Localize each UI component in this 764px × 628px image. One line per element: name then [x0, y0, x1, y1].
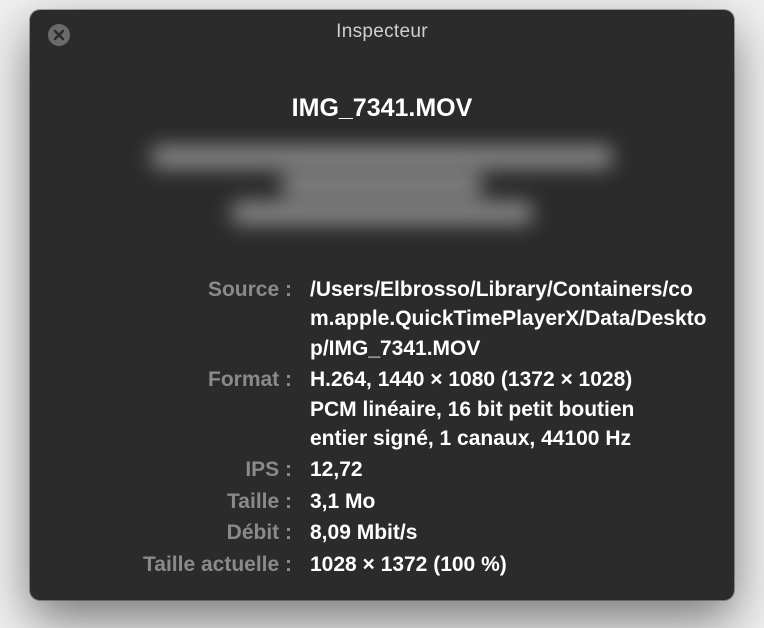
row-source: Source : /Users/Elbrosso/Library/Contain…	[80, 275, 684, 363]
close-icon	[53, 29, 65, 41]
value-format: H.264, 1440 × 1080 (1372 × 1028) PCM lin…	[310, 365, 684, 453]
row-bitrate: Débit : 8,09 Mbit/s	[80, 518, 684, 547]
row-format: Format : H.264, 1440 × 1080 (1372 × 1028…	[80, 365, 684, 453]
titlebar: Inspecteur	[30, 10, 734, 54]
window-title: Inspecteur	[30, 21, 734, 43]
close-button[interactable]	[48, 24, 70, 46]
content-area: IMG_7341.MOV Source : /Users/Elbrosso/Li…	[30, 54, 734, 600]
file-name: IMG_7341.MOV	[80, 94, 684, 123]
label-size: Taille :	[80, 487, 310, 516]
label-current-size: Taille actuelle :	[80, 550, 310, 579]
row-size: Taille : 3,1 Mo	[80, 487, 684, 516]
value-current-size: 1028 × 1372 (100 %)	[310, 550, 507, 579]
row-fps: IPS : 12,72	[80, 455, 684, 484]
label-fps: IPS :	[80, 455, 310, 484]
label-source: Source :	[80, 275, 310, 304]
row-current-size: Taille actuelle : 1028 × 1372 (100 %)	[80, 550, 684, 579]
label-bitrate: Débit :	[80, 518, 310, 547]
inspector-window: Inspecteur IMG_7341.MOV Source : /Users/…	[30, 10, 734, 600]
label-format: Format :	[80, 365, 310, 394]
value-size: 3,1 Mo	[310, 487, 375, 516]
value-bitrate: 8,09 Mbit/s	[310, 518, 417, 547]
value-source: /Users/Elbrosso/Library/Containers/com.a…	[310, 275, 710, 363]
value-fps: 12,72	[310, 455, 363, 484]
info-table: Source : /Users/Elbrosso/Library/Contain…	[80, 275, 684, 579]
redacted-metadata	[127, 135, 637, 235]
